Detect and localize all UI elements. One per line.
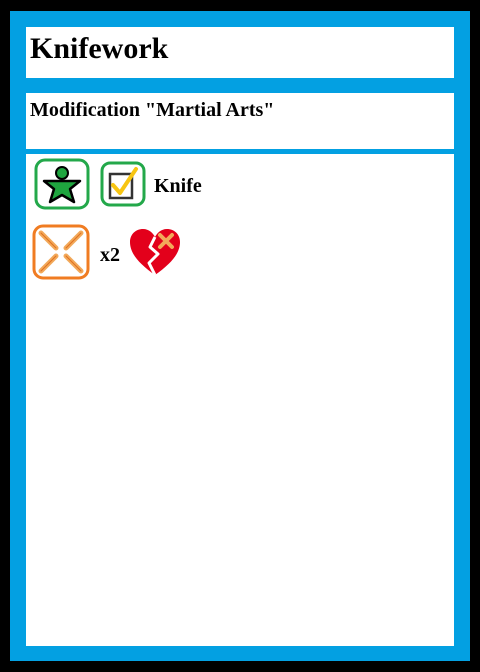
- requirement-row: Knife: [34, 158, 202, 215]
- ability-card: Knifework Modification "Martial Arts" Kn…: [10, 11, 470, 661]
- card-title: Knifework: [30, 32, 169, 65]
- weapon-label: Knife: [154, 175, 202, 197]
- card-body: Knife x2: [26, 154, 454, 646]
- crosshair-icon: [32, 224, 92, 287]
- broken-heart-icon: [128, 227, 182, 284]
- checkbox-check-icon: [100, 161, 148, 212]
- card-subtitle: Modification "Martial Arts": [30, 99, 275, 121]
- subtitle-panel: Modification "Martial Arts": [26, 93, 454, 149]
- person-icon: [34, 158, 90, 215]
- damage-multiplier: x2: [100, 244, 120, 266]
- title-panel: Knifework: [26, 27, 454, 78]
- effect-row: x2: [32, 224, 182, 287]
